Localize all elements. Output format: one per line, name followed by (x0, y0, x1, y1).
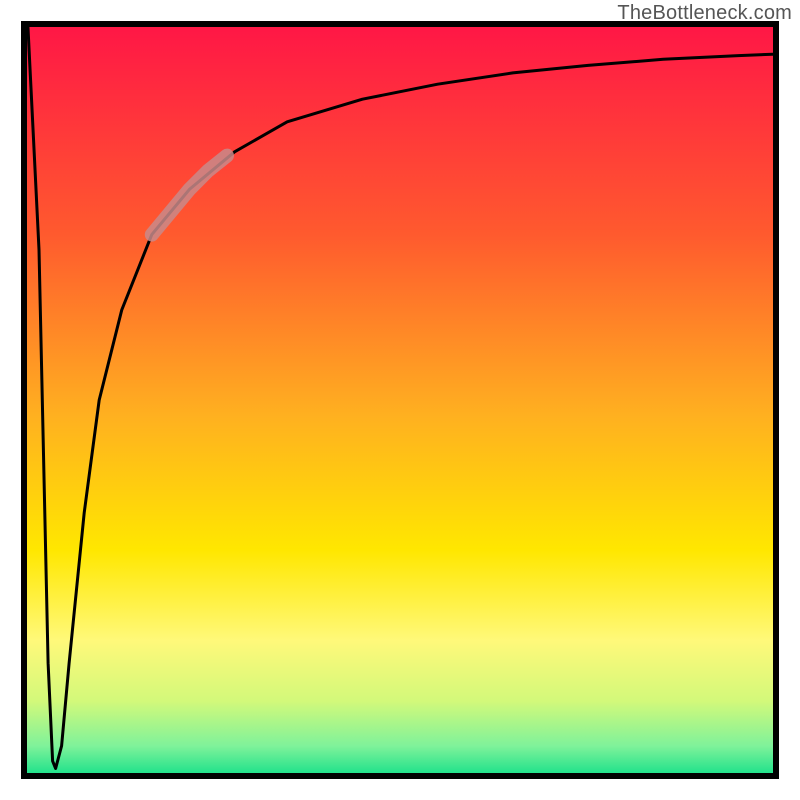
bottleneck-chart (0, 0, 800, 800)
plot-background (24, 24, 776, 776)
chart-stage: TheBottleneck.com (0, 0, 800, 800)
